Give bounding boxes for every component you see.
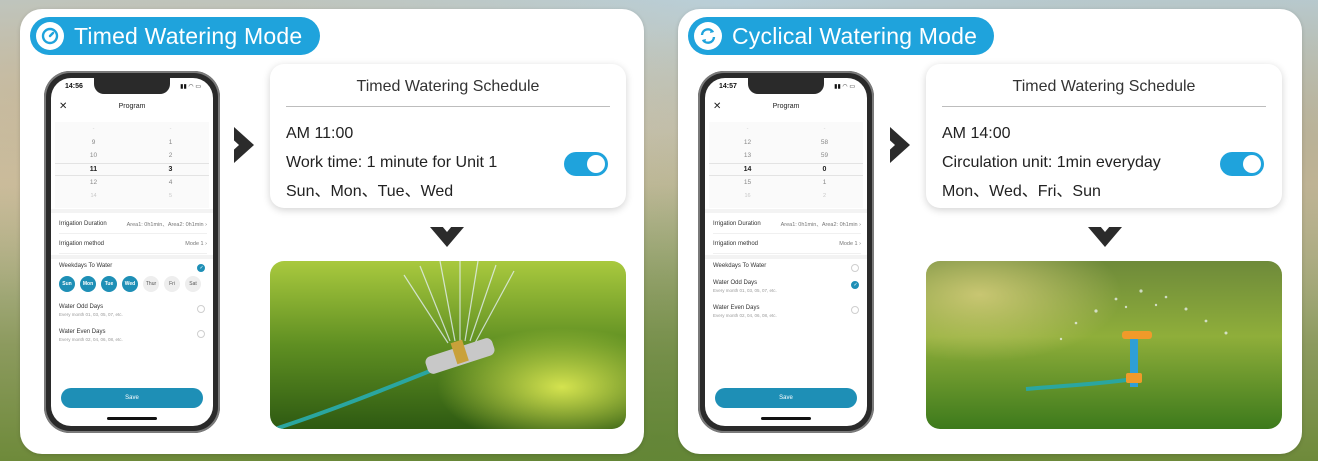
program-title: Program: [772, 103, 800, 110]
phone-mockup: 14:57 ▮▮ ◠ ▭ ✕ Program -- 12 58 13 59 14 0 …: [698, 71, 874, 433]
phone-notch: [94, 78, 170, 94]
schedule-title: Timed Watering Schedule: [286, 78, 610, 107]
schedule-days: Sun、Mon、Tue、Wed: [286, 183, 454, 200]
picker-row[interactable]: --: [55, 122, 209, 136]
divider: [51, 209, 213, 213]
day-sun[interactable]: Sun: [59, 276, 75, 292]
schedule-time: AM 11:00: [286, 125, 354, 142]
schedule-toggle[interactable]: [564, 152, 608, 176]
divider: [705, 255, 867, 259]
cyclical-mode-panel: Cyclical Watering Mode 14:57 ▮▮ ◠ ▭ ✕ Pr…: [678, 9, 1302, 454]
schedule-work: Circulation unit: 1min everyday: [942, 154, 1161, 171]
picker-row[interactable]: 91: [55, 136, 209, 150]
picker-row-selected[interactable]: 11 3: [55, 162, 209, 176]
picker-row-selected[interactable]: 14 0: [709, 162, 863, 176]
timer-icon: [36, 22, 64, 50]
weekdays-option[interactable]: Weekdays To Water: [713, 263, 859, 272]
schedule-work-row: Circulation unit: 1min everyday: [942, 148, 1266, 177]
program-header: ✕ Program: [51, 100, 213, 118]
radio-checked[interactable]: [851, 281, 859, 289]
mode-title: Timed Watering Mode: [74, 22, 303, 49]
program-title: Program: [118, 103, 146, 110]
picker-row[interactable]: 13 59: [709, 149, 863, 163]
radio-unchecked[interactable]: [197, 330, 205, 338]
timed-mode-panel: Timed Watering Mode 14:56 ▮▮ ◠ ▭ ✕ Progr…: [20, 9, 644, 454]
time-picker[interactable]: -- 91 10 2 11 3 12 4 14 5: [55, 122, 209, 208]
radio-unchecked[interactable]: [197, 305, 205, 313]
phone-mockup: 14:56 ▮▮ ◠ ▭ ✕ Program -- 91 10 2 11 3 12 4…: [44, 71, 220, 433]
cyclical-mode-badge: Cyclical Watering Mode: [688, 17, 994, 55]
schedule-work-row: Work time: 1 minute for Unit 1: [286, 148, 610, 177]
cycle-icon: [694, 22, 722, 50]
schedule-toggle[interactable]: [1220, 152, 1264, 176]
divider: [705, 209, 867, 213]
save-button[interactable]: Save: [715, 388, 857, 408]
schedule-work: Work time: 1 minute for Unit 1: [286, 154, 498, 171]
sprinkler-photo: [926, 261, 1282, 429]
schedule-card: Timed Watering Schedule AM 14:00 Circula…: [926, 64, 1282, 208]
day-tue[interactable]: Tue: [101, 276, 117, 292]
day-thur[interactable]: Thur: [143, 276, 159, 292]
picker-row[interactable]: 12 58: [709, 136, 863, 150]
irrigation-duration-row[interactable]: Irrigation Duration Area1: 0h1min、Area2:…: [713, 214, 861, 234]
irrigation-duration-row[interactable]: Irrigation Duration Area1: 0h1min、Area2:…: [59, 214, 207, 234]
picker-row[interactable]: 10 2: [55, 149, 209, 163]
save-button[interactable]: Save: [61, 388, 203, 408]
day-sat[interactable]: Sat: [185, 276, 201, 292]
day-fri[interactable]: Fri: [164, 276, 180, 292]
picker-row[interactable]: 16 2: [709, 190, 863, 204]
arrow-down-icon: [1088, 220, 1122, 247]
schedule-time: AM 14:00: [942, 125, 1011, 142]
even-days-option[interactable]: Water Even Days Every month 02, 04, 06, …: [713, 305, 859, 318]
phone-screen: 14:56 ▮▮ ◠ ▭ ✕ Program -- 91 10 2 11 3 12 4…: [51, 78, 213, 426]
home-indicator: [761, 417, 811, 420]
radio-unchecked[interactable]: [851, 306, 859, 314]
signal-wifi-battery-icon: ▮▮ ◠ ▭: [180, 84, 201, 90]
irrigation-method-row[interactable]: Irrigation method Mode 1 ›: [713, 234, 861, 254]
radio-checked[interactable]: [197, 264, 205, 272]
mode-title: Cyclical Watering Mode: [732, 22, 978, 49]
day-wed[interactable]: Wed: [122, 276, 138, 292]
schedule-days: Mon、Wed、Fri、Sun: [942, 183, 1101, 200]
signal-wifi-battery-icon: ▮▮ ◠ ▭: [834, 84, 855, 90]
picker-row[interactable]: 14 5: [55, 190, 209, 204]
time-picker[interactable]: -- 12 58 13 59 14 0 15 1 16 2: [709, 122, 863, 208]
schedule-card: Timed Watering Schedule AM 11:00 Work ti…: [270, 64, 626, 208]
timed-mode-badge: Timed Watering Mode: [30, 17, 320, 55]
sprinkler-photo: [270, 261, 626, 429]
arrow-right-icon: [883, 127, 910, 163]
arrow-right-icon: [227, 127, 254, 163]
program-header: ✕ Program: [705, 100, 867, 118]
status-time: 14:57: [719, 83, 737, 90]
home-indicator: [107, 417, 157, 420]
weekday-selector: Sun Mon Tue Wed Thur Fri Sat: [59, 276, 205, 292]
picker-row[interactable]: 12 4: [55, 176, 209, 190]
irrigation-method-row[interactable]: Irrigation method Mode 1 ›: [59, 234, 207, 254]
day-mon[interactable]: Mon: [80, 276, 96, 292]
arrow-down-icon: [430, 220, 464, 247]
phone-screen: 14:57 ▮▮ ◠ ▭ ✕ Program -- 12 58 13 59 14 0 …: [705, 78, 867, 426]
even-days-option[interactable]: Water Even Days Every month 02, 04, 06, …: [59, 329, 205, 342]
picker-row[interactable]: 15 1: [709, 176, 863, 190]
status-time: 14:56: [65, 83, 83, 90]
odd-days-option[interactable]: Water Odd Days Every month 01, 03, 05, 0…: [713, 280, 859, 293]
schedule-title: Timed Watering Schedule: [942, 78, 1266, 107]
divider: [51, 255, 213, 259]
radio-unchecked[interactable]: [851, 264, 859, 272]
picker-row[interactable]: --: [709, 122, 863, 136]
odd-days-option[interactable]: Water Odd Days Every month 01, 03, 05, 0…: [59, 304, 205, 317]
phone-notch: [748, 78, 824, 94]
weekdays-option[interactable]: Weekdays To Water: [59, 263, 205, 272]
